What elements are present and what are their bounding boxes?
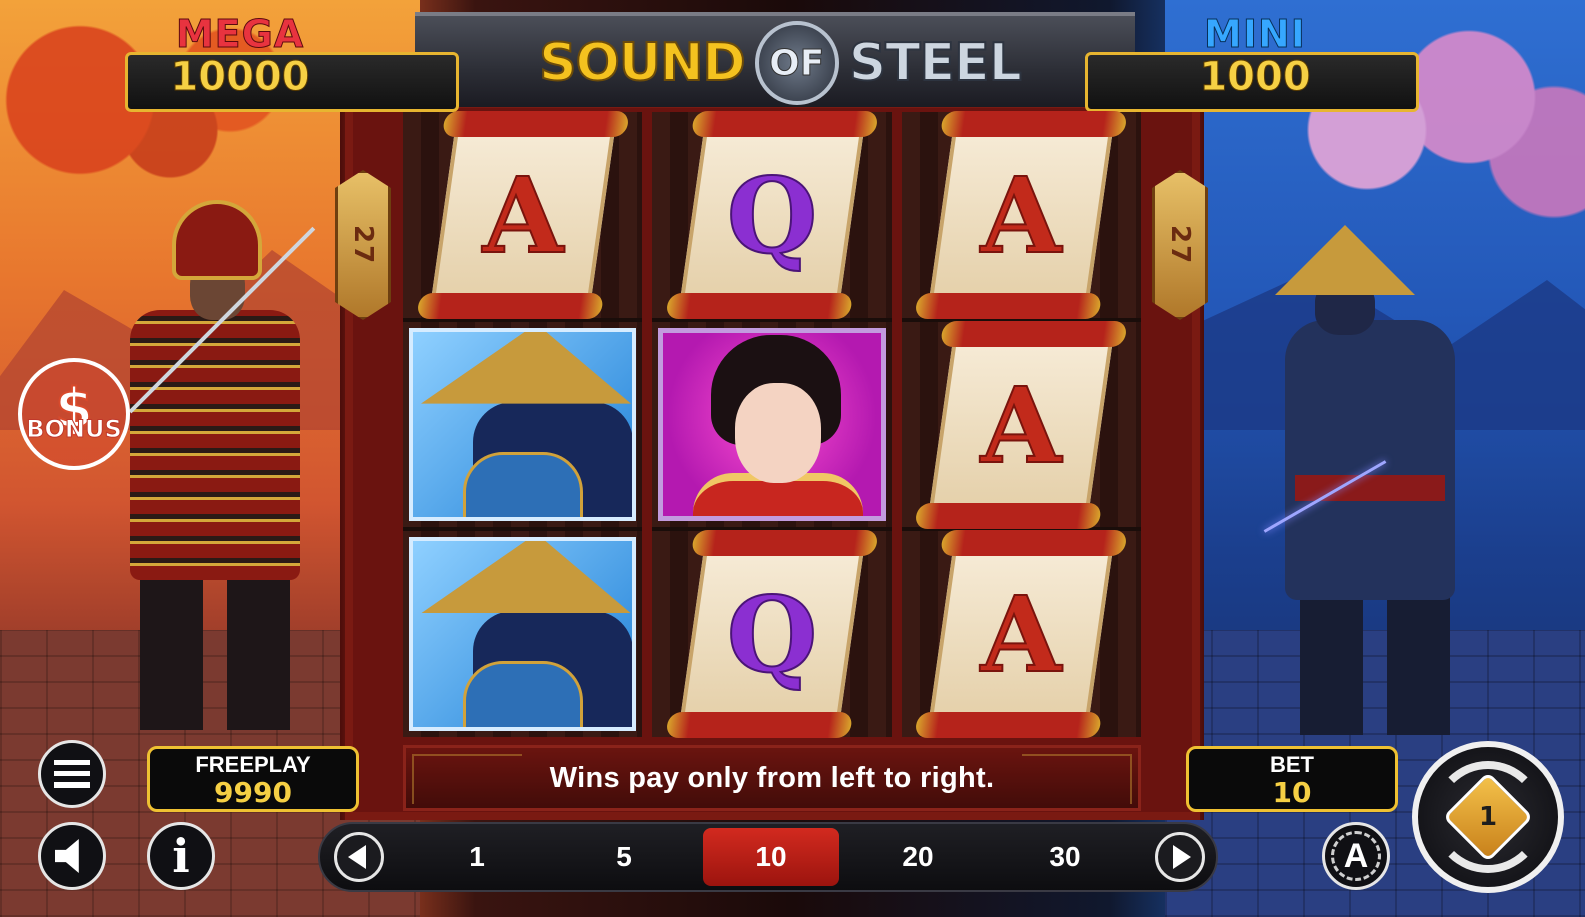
reel-cell: Q: [652, 112, 892, 318]
next-arrow-icon: [1173, 845, 1191, 869]
info-message: Wins pay only from left to right.: [549, 761, 995, 794]
mini-jackpot-value: 1000: [1199, 54, 1311, 101]
spin-button[interactable]: 1: [1412, 741, 1564, 893]
reel-cell: [652, 321, 892, 528]
reel-cell: A: [901, 531, 1141, 738]
reel-cell: A: [901, 321, 1141, 528]
geisha-symbol: [658, 327, 886, 522]
reel-cell: A: [403, 112, 643, 318]
reel-cell: [403, 321, 643, 528]
paylines-count-left: 27: [348, 224, 378, 266]
ace-scroll-symbol: A: [928, 334, 1114, 515]
game-stage: SOUND OF STEEL MEGA 10000 MINI 1000 27 2…: [0, 0, 1585, 917]
prev-arrow-icon: [348, 845, 366, 869]
bet-decrease-button[interactable]: [334, 832, 384, 882]
ace-scroll-symbol: A: [928, 124, 1114, 305]
ace-scroll-symbol: A: [928, 544, 1114, 725]
menu-button[interactable]: [38, 740, 106, 808]
bet-panel: BET 10: [1186, 746, 1398, 812]
mini-jackpot-label: MINI: [1204, 12, 1306, 57]
bet-value: 10: [1272, 776, 1312, 809]
info-icon: i: [172, 829, 190, 883]
logo-word-of: OF: [754, 21, 839, 105]
game-logo: SOUND OF STEEL: [525, 21, 1035, 105]
reel-grid: A Q Q A A A: [403, 112, 1141, 738]
reel-1: A: [403, 112, 643, 738]
reel-3: A A A: [901, 112, 1141, 738]
paylines-banner-left: 27: [335, 170, 391, 320]
reel-cell: [403, 531, 643, 738]
freeplay-panel: FREEPLAY 9990: [147, 746, 359, 812]
bet-option-30[interactable]: 30: [997, 828, 1133, 886]
reel-cell: A: [901, 112, 1141, 318]
paylines-count-right: 27: [1165, 224, 1195, 266]
ninja-symbol: [409, 327, 637, 522]
mega-jackpot-label: MEGA: [175, 12, 305, 57]
paylines-banner-right: 27: [1152, 170, 1208, 320]
queen-scroll-symbol: Q: [679, 544, 865, 725]
autoplay-button[interactable]: A: [1322, 822, 1390, 890]
samurai-character: [100, 200, 320, 730]
mini-jackpot: MINI 1000: [1085, 12, 1425, 112]
bet-option-5[interactable]: 5: [556, 828, 692, 886]
bet-increase-button[interactable]: [1155, 832, 1205, 882]
ninja-symbol: [409, 537, 637, 732]
reel-2: Q Q: [652, 112, 892, 738]
logo-word-steel: STEEL: [848, 32, 1023, 94]
ace-scroll-symbol: A: [430, 124, 616, 305]
bet-option-1[interactable]: 1: [409, 828, 545, 886]
menu-icon: [54, 760, 90, 788]
mega-jackpot: MEGA 10000: [125, 12, 465, 112]
bonus-buy-button[interactable]: $ BONUS: [18, 358, 130, 470]
info-button[interactable]: i: [147, 822, 215, 890]
sound-button[interactable]: [38, 822, 106, 890]
ninja-character: [1255, 225, 1485, 735]
logo-word-sound: SOUND: [538, 32, 747, 94]
freeplay-value: 9990: [214, 776, 292, 809]
bet-option-10-selected[interactable]: 10: [703, 828, 839, 886]
message-bar: Wins pay only from left to right.: [403, 745, 1141, 811]
bet-label: BET: [1270, 752, 1314, 777]
speaker-icon: [55, 839, 79, 873]
freeplay-label: FREEPLAY: [195, 752, 311, 777]
reel-cell: Q: [652, 531, 892, 738]
queen-scroll-symbol: Q: [679, 124, 865, 305]
bonus-label: BONUS: [26, 415, 123, 444]
mega-jackpot-value: 10000: [170, 54, 310, 101]
bet-option-20[interactable]: 20: [850, 828, 986, 886]
